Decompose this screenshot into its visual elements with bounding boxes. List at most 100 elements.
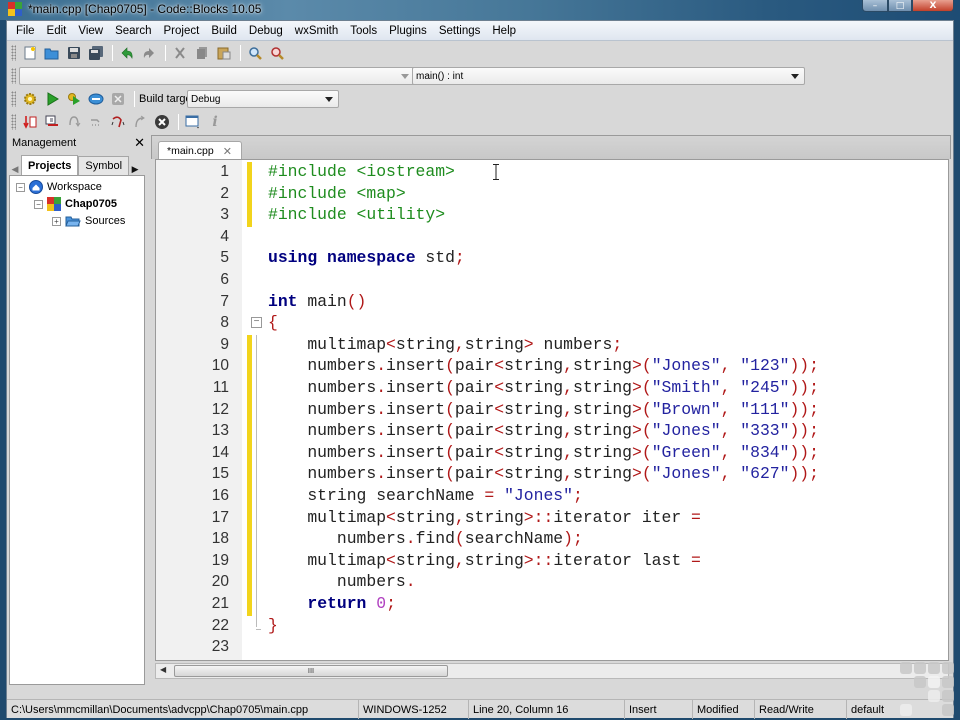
menu-project[interactable]: Project	[158, 25, 206, 37]
replace-icon[interactable]	[267, 43, 287, 63]
toolbar-grip[interactable]	[11, 91, 16, 107]
function-dropdown[interactable]: main() : int	[412, 67, 805, 85]
code-line[interactable]: 22}	[156, 616, 948, 638]
scroll-left-icon[interactable]: ◀	[160, 665, 166, 674]
code-line[interactable]: 20 numbers.	[156, 572, 948, 594]
tree-node-sources[interactable]: + Sources	[52, 213, 125, 229]
change-marker	[247, 421, 252, 443]
find-icon[interactable]	[245, 43, 265, 63]
tab-scroll-right-icon[interactable]: ▶	[129, 165, 141, 175]
menu-search[interactable]: Search	[109, 25, 157, 37]
collapse-icon[interactable]: −	[34, 199, 43, 209]
code-line[interactable]: 7 int main()	[156, 292, 948, 314]
paste-icon[interactable]	[214, 43, 234, 63]
code-token: string	[504, 464, 564, 484]
file-tab-main-cpp[interactable]: *main.cpp ✕	[158, 141, 242, 160]
menu-help[interactable]: Help	[486, 25, 522, 37]
next-instruction-icon[interactable]	[86, 112, 106, 132]
menu-file[interactable]: File	[10, 25, 41, 37]
menu-settings[interactable]: Settings	[433, 25, 487, 37]
save-all-icon[interactable]	[86, 43, 106, 63]
code-line[interactable]: 11 numbers.insert(pair<string,string>("S…	[156, 378, 948, 400]
code-line[interactable]: 14 numbers.insert(pair<string,string>("G…	[156, 442, 948, 465]
new-file-icon[interactable]	[20, 43, 40, 63]
redo-icon[interactable]	[139, 43, 159, 63]
code-token: 0	[376, 594, 387, 613]
abort-icon[interactable]	[108, 89, 128, 109]
menu-plugins[interactable]: Plugins	[383, 25, 433, 37]
code-line[interactable]: 17 multimap<string,string>::iterator ite…	[156, 507, 948, 530]
code-token: .	[405, 529, 416, 549]
toolbar-grip[interactable]	[11, 45, 16, 61]
run-to-cursor-icon[interactable]	[42, 112, 62, 132]
debug-run-icon[interactable]	[20, 112, 40, 132]
code-line[interactable]: 9 multimap<string,string> numbers;	[156, 334, 948, 357]
stop-debugger-icon[interactable]	[152, 112, 172, 132]
toolbar-grip[interactable]	[11, 68, 16, 84]
close-panel-button[interactable]: ✕	[134, 135, 145, 151]
menu-debug[interactable]: Debug	[243, 25, 289, 37]
code-line[interactable]: 23	[156, 637, 948, 659]
next-line-icon[interactable]	[64, 112, 84, 132]
scrollbar-thumb[interactable]: III	[174, 665, 448, 677]
code-token: pair	[454, 399, 495, 419]
menu-wxsmith[interactable]: wxSmith	[289, 25, 344, 37]
overlay-grid-widget[interactable]	[898, 660, 956, 720]
copy-icon[interactable]	[192, 43, 212, 63]
code-line[interactable]: 16 string searchName = "Jones";	[156, 486, 948, 508]
close-window-button[interactable]: X	[912, 0, 954, 12]
menu-edit[interactable]: Edit	[41, 25, 73, 37]
cut-icon[interactable]	[170, 43, 190, 63]
maximize-button[interactable]: □	[888, 0, 912, 12]
rebuild-icon[interactable]	[86, 89, 106, 109]
fold-collapse-icon[interactable]: −	[251, 317, 262, 329]
code-token: numbers	[268, 421, 377, 441]
code-line[interactable]: 18 numbers.find(searchName);	[156, 529, 948, 551]
minimize-button[interactable]: –	[862, 0, 888, 12]
run-icon[interactable]	[42, 89, 62, 109]
menu-build[interactable]: Build	[205, 25, 243, 37]
tab-projects[interactable]: Projects	[21, 155, 79, 175]
info-icon[interactable]: i	[205, 112, 225, 132]
debug-windows-icon[interactable]	[183, 112, 203, 132]
horizontal-scrollbar[interactable]: ◀ III	[155, 663, 949, 679]
code-line[interactable]: 6	[156, 270, 948, 292]
toolbar-separator	[178, 114, 179, 130]
toolbar-grip[interactable]	[11, 114, 16, 130]
code-line[interactable]: 3 #include <utility>	[156, 205, 948, 227]
build-icon[interactable]	[20, 89, 40, 109]
step-into-icon[interactable]	[108, 112, 128, 132]
scope-dropdown[interactable]	[19, 67, 415, 85]
collapse-icon[interactable]: −	[16, 182, 25, 192]
management-title: Management	[12, 137, 77, 149]
code-line[interactable]: 13 numbers.insert(pair<string,string>("J…	[156, 421, 948, 443]
menu-view[interactable]: View	[72, 25, 109, 37]
undo-icon[interactable]	[117, 43, 137, 63]
step-out-icon[interactable]	[130, 112, 150, 132]
tree-node-workspace[interactable]: − Workspace	[16, 179, 102, 195]
code-line[interactable]: 4	[156, 227, 948, 249]
code-line[interactable]: 10 numbers.insert(pair<string,string>("J…	[156, 356, 948, 378]
expand-icon[interactable]: +	[52, 216, 61, 226]
tree-node-project[interactable]: − Chap0705	[34, 196, 117, 212]
code-line[interactable]: 12 numbers.insert(pair<string,string>("B…	[156, 399, 948, 422]
code-editor[interactable]: 1 #include <iostream> 2 #include <map> 3 #inc…	[155, 159, 949, 661]
open-icon[interactable]	[42, 43, 62, 63]
code-line[interactable]: 5 using namespace std;	[156, 248, 948, 270]
code-line[interactable]: 8 −{	[156, 313, 948, 335]
build-and-run-icon[interactable]	[64, 89, 84, 109]
code-line[interactable]: 2 #include <map>	[156, 183, 948, 206]
close-tab-button[interactable]: ✕	[223, 145, 232, 158]
tab-symbols[interactable]: Symbol	[78, 156, 130, 175]
tab-scroll-left-icon[interactable]: ◀	[9, 165, 21, 175]
build-target-dropdown[interactable]: Debug	[187, 90, 339, 108]
code-line[interactable]: 1 #include <iostream>	[156, 162, 948, 184]
code-token: iterator last	[553, 550, 692, 570]
save-icon[interactable]	[64, 43, 84, 63]
code-line[interactable]: 21 return 0;	[156, 594, 948, 616]
menu-tools[interactable]: Tools	[344, 25, 383, 37]
code-line[interactable]: 15 numbers.insert(pair<string,string>("J…	[156, 464, 948, 486]
code-line[interactable]: 19 multimap<string,string>::iterator las…	[156, 550, 948, 573]
